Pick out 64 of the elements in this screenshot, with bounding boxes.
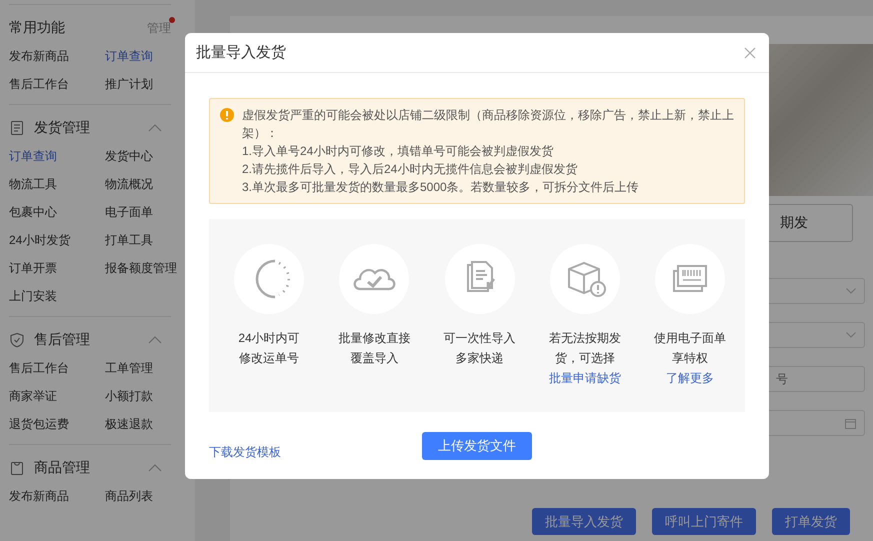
calendar-icon (845, 418, 856, 428)
feature-text: 批量修改直接 (338, 330, 410, 347)
action-button[interactable]: 打单发货 (772, 508, 850, 535)
warning-icon (220, 108, 234, 122)
sidebar-item[interactable]: 包裹中心 (9, 198, 105, 226)
feature-text: 覆盖导入 (350, 350, 398, 367)
action-button[interactable]: 批量导入发货 (532, 508, 636, 535)
sidebar-item[interactable]: 上门安装 (9, 282, 105, 310)
feature-text: 24小时内可 (238, 330, 300, 347)
sidebar-item[interactable]: 小额打款 (105, 382, 171, 410)
feature-link[interactable]: 了解更多 (666, 368, 714, 388)
box-alert-icon (568, 262, 606, 297)
notice-item: 1.导入单号24小时内可修改，填错单号可能会被判虚假发货 (242, 143, 554, 160)
sidebar-item[interactable]: 发货中心 (105, 142, 177, 170)
sidebar-item[interactable]: 工单管理 (105, 354, 171, 382)
sidebar-item[interactable]: 售后工作台 (9, 354, 105, 382)
sidebar-item[interactable]: 发布新商品 (9, 482, 105, 510)
sidebar-item[interactable]: 报备额度管理 (105, 254, 177, 282)
action-button[interactable]: 呼叫上门寄件 (652, 508, 756, 535)
section-title: 售后管理 (34, 331, 90, 349)
cloud-check-icon (354, 269, 396, 290)
sidebar-item[interactable]: 商家举证 (9, 382, 105, 410)
chevron-up-icon[interactable] (148, 464, 162, 472)
chevron-up-icon[interactable] (148, 336, 162, 344)
notice-item: 2.请先揽件后导入，导入后24小时内无揽件信息会被判虚假发货 (242, 161, 578, 178)
shield-icon (9, 332, 25, 348)
document-icon (9, 120, 25, 136)
sidebar-item[interactable]: 退货包运费 (9, 410, 105, 438)
feature-text: 修改运单号 (238, 350, 299, 367)
close-icon[interactable] (744, 46, 756, 58)
barcode-card-icon (673, 265, 707, 292)
section-title: 常用功能 (9, 19, 65, 37)
upload-button[interactable]: 上传发货文件 (422, 432, 532, 460)
notice-text: 虚假发货严重的可能会被处以店铺二级限制（商品移除资源位，移除广告，禁止上新，禁止上架）： (242, 107, 734, 142)
feature-text: 享特权 (672, 350, 708, 367)
download-template-link[interactable]: 下载发货模板 (209, 444, 281, 460)
caret-icon (846, 332, 856, 338)
feature-link[interactable]: 批量申请缺货 (548, 368, 621, 388)
feature-text: 货，可选择 (554, 350, 615, 367)
sidebar-item[interactable]: 物流概况 (105, 170, 177, 198)
sidebar-item[interactable]: 打单工具 (105, 226, 177, 254)
bag-icon (9, 460, 25, 476)
sidebar-item[interactable]: 24小时发货 (9, 226, 105, 254)
sidebar-item[interactable]: 售后工作台 (9, 70, 105, 98)
sidebar-item[interactable]: 发布新商品 (9, 42, 105, 70)
section-title: 发货管理 (34, 119, 90, 137)
sidebar-item[interactable]: 电子面单 (105, 198, 177, 226)
dialog-title: 批量导入发货 (196, 43, 287, 62)
chevron-up-icon[interactable] (148, 124, 162, 132)
sidebar-item[interactable]: 极速退款 (105, 410, 171, 438)
caret-icon (846, 288, 856, 294)
notice-item: 3.单次最多可批量发货的数量最多5000条。若数量较多，可拆分文件后上传 (242, 179, 640, 196)
sidebar-item[interactable]: 商品列表 (105, 482, 171, 510)
documents-arrow-icon (466, 261, 495, 292)
feature-text: 可一次性导入 (444, 330, 516, 347)
sidebar-item[interactable]: 订单开票 (9, 254, 105, 282)
feature-text: 多家快递 (456, 350, 504, 367)
section-title: 商品管理 (34, 459, 90, 477)
sidebar-item[interactable]: 订单查询 (105, 42, 171, 70)
sidebar-item[interactable]: 推广计划 (105, 70, 171, 98)
feature-text: 若无法按期发 (548, 330, 621, 347)
feature-text: 使用电子面单 (654, 330, 726, 347)
sidebar-item[interactable]: 物流工具 (9, 170, 105, 198)
sidebar-item[interactable]: 订单查询 (9, 142, 105, 170)
